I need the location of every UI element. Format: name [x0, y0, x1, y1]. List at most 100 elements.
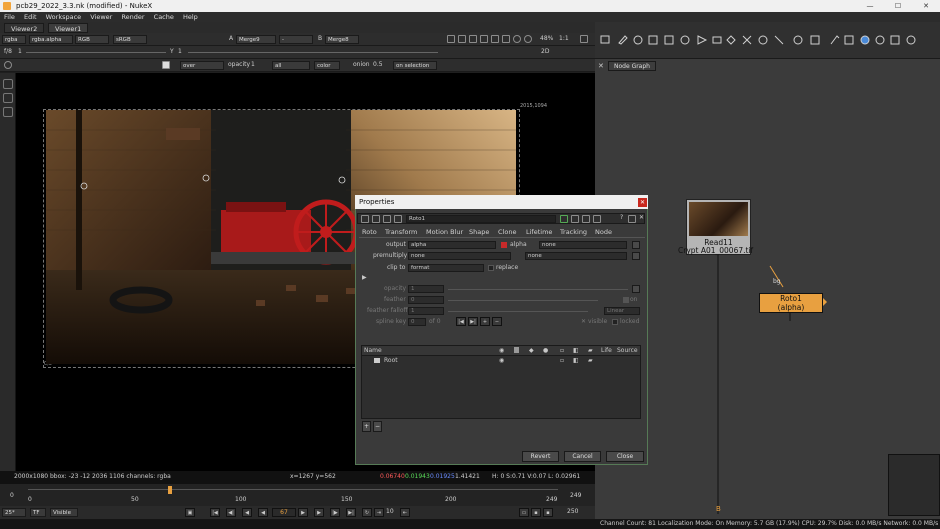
replace-checkbox[interactable]: [488, 265, 494, 271]
ratio-value[interactable]: 1:1: [559, 33, 569, 45]
maximize-button[interactable]: ☐: [884, 0, 912, 12]
tab-clone[interactable]: Clone: [498, 227, 516, 237]
premultiply-extra-dropdown[interactable]: none: [525, 252, 627, 260]
root-motion-icon[interactable]: ▰: [588, 357, 593, 364]
roi-icon[interactable]: [447, 35, 455, 43]
redo-icon[interactable]: [593, 215, 601, 223]
remove-item-button[interactable]: −: [373, 421, 382, 432]
menu-workspace[interactable]: Workspace: [46, 13, 82, 21]
next-key-icon[interactable]: |▶: [330, 508, 340, 517]
playhead[interactable]: [168, 486, 172, 494]
step-forward-n-icon[interactable]: ⇤: [400, 508, 410, 517]
node-name-field[interactable]: Roto1: [406, 215, 556, 223]
overlay-icon[interactable]: [491, 35, 499, 43]
mask-icon[interactable]: [480, 35, 488, 43]
tab-node[interactable]: Node: [595, 227, 612, 237]
gamma-slider[interactable]: [188, 52, 438, 53]
menu-cache[interactable]: Cache: [154, 13, 174, 21]
visible-dropdown[interactable]: Visible: [50, 508, 78, 517]
color-icon[interactable]: [571, 215, 579, 223]
column-name[interactable]: Name: [364, 347, 382, 354]
clipto-dropdown[interactable]: format: [408, 264, 484, 272]
input-a-dropdown[interactable]: Merge9: [236, 35, 276, 44]
expand-arrow-icon[interactable]: ▶: [362, 274, 367, 281]
node-icon[interactable]: [372, 215, 380, 223]
root-blend-icon[interactable]: ◧: [573, 357, 579, 364]
color-dropdown[interactable]: color: [314, 61, 340, 70]
checkbox-icon[interactable]: [162, 61, 170, 69]
revert-button[interactable]: Revert: [522, 451, 559, 462]
flipbook-icon[interactable]: ▣: [185, 508, 195, 517]
spline-key-field[interactable]: 0: [408, 318, 426, 326]
add-item-button[interactable]: +: [362, 421, 371, 432]
points-tool-icon[interactable]: [3, 93, 13, 103]
feather-falloff-slider[interactable]: [448, 311, 588, 312]
menu-render[interactable]: Render: [121, 13, 144, 21]
zoom-value[interactable]: 48%: [540, 33, 553, 45]
close-properties-icon[interactable]: ✕: [639, 212, 644, 224]
input-b-dropdown[interactable]: Merge8: [325, 35, 359, 44]
end-frame[interactable]: 250: [567, 506, 578, 518]
display-dropdown[interactable]: RGB: [75, 35, 109, 44]
in-out-icon[interactable]: ▪: [543, 508, 553, 517]
locked-checkbox[interactable]: [612, 319, 618, 325]
column-blend-icon[interactable]: ◧: [573, 347, 579, 354]
step-back-icon[interactable]: ◀: [242, 508, 252, 517]
on-selection-dropdown[interactable]: on selection: [393, 61, 437, 70]
view-mode[interactable]: 2D: [541, 46, 549, 58]
menu-help[interactable]: Help: [183, 13, 198, 21]
channels-dropdown[interactable]: rgba: [2, 35, 26, 44]
column-visible-icon[interactable]: ◉: [499, 347, 504, 354]
root-item[interactable]: Root: [384, 357, 398, 364]
gain-value[interactable]: 1: [18, 46, 22, 58]
timeline[interactable]: 0 0 50 100 150 200 249 249: [0, 484, 595, 506]
prev-key-icon[interactable]: ◀|: [226, 508, 236, 517]
all-dropdown[interactable]: all: [272, 61, 310, 70]
layer-dropdown[interactable]: rgba.alpha: [29, 35, 73, 44]
settings-gear-icon[interactable]: [4, 61, 12, 69]
viewer-toggle-icon[interactable]: [560, 215, 568, 223]
fullscreen-icon[interactable]: [580, 35, 588, 43]
root-invert-icon[interactable]: ▫: [560, 357, 564, 364]
lock-icon[interactable]: ▪: [531, 508, 541, 517]
falloff-mode-dropdown[interactable]: Linear: [604, 307, 640, 315]
cancel-button[interactable]: Cancel: [564, 451, 601, 462]
last-frame-icon[interactable]: ▶|: [346, 508, 356, 517]
refresh-icon[interactable]: [513, 35, 521, 43]
column-color-icon[interactable]: ◆: [529, 347, 534, 354]
gain-slider[interactable]: [26, 52, 166, 53]
select-tool-icon[interactable]: [3, 79, 13, 89]
feather-falloff-field[interactable]: 1: [408, 307, 444, 315]
delete-keyframe-icon[interactable]: −: [492, 317, 502, 326]
output-anim-button[interactable]: [632, 241, 640, 249]
menu-file[interactable]: File: [4, 13, 15, 21]
menu-viewer[interactable]: Viewer: [90, 13, 112, 21]
column-lock-icon[interactable]: [514, 347, 519, 353]
loop-icon[interactable]: ↻: [362, 508, 372, 517]
tf-dropdown[interactable]: TF: [30, 508, 46, 517]
tab-roto[interactable]: Roto: [362, 227, 377, 237]
column-overlay-icon[interactable]: ●: [543, 347, 548, 354]
next-keyframe-icon[interactable]: ▶|: [468, 317, 478, 326]
gamma-value[interactable]: 1: [178, 46, 182, 58]
proxy-icon[interactable]: [502, 35, 510, 43]
frame-field[interactable]: 67: [272, 508, 296, 517]
step-size[interactable]: 10: [386, 506, 394, 518]
properties-close-icon[interactable]: ✕: [638, 198, 647, 207]
tab-viewer2[interactable]: Viewer2: [4, 23, 45, 33]
first-frame-icon[interactable]: |◀: [210, 508, 220, 517]
detach-icon[interactable]: [628, 215, 636, 223]
alpha-checkbox[interactable]: [501, 242, 507, 248]
prev-keyframe-icon[interactable]: |◀: [456, 317, 466, 326]
undo-icon[interactable]: [582, 215, 590, 223]
tab-viewer1[interactable]: Viewer1: [48, 23, 89, 33]
opacity-field[interactable]: 1: [408, 285, 444, 293]
step-forward-icon[interactable]: ▶: [314, 508, 324, 517]
lut-dropdown[interactable]: sRGB: [113, 35, 147, 44]
tab-lifetime[interactable]: Lifetime: [526, 227, 552, 237]
opacity-anim-button[interactable]: [632, 285, 640, 293]
step-size-icon[interactable]: ⇥: [374, 508, 384, 517]
bezier-tool-icon[interactable]: [3, 107, 13, 117]
feather-field[interactable]: 0: [408, 296, 444, 304]
minimize-button[interactable]: —: [856, 0, 884, 12]
